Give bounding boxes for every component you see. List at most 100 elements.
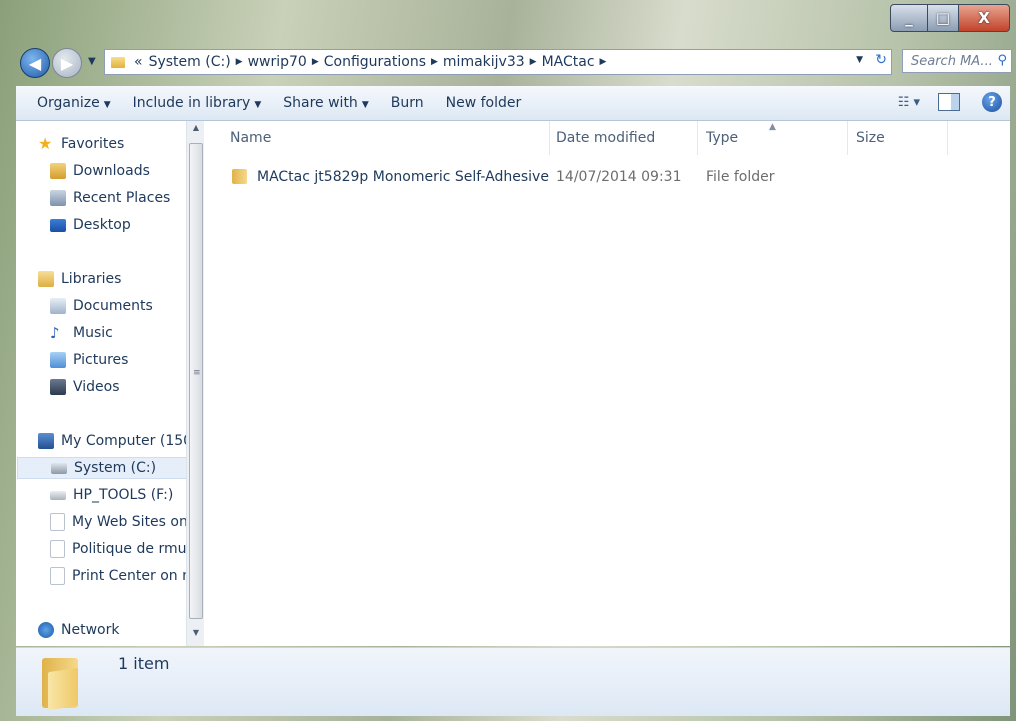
sidebar-item-libraries[interactable]: Libraries	[38, 268, 204, 290]
sort-arrow-icon: ▲	[769, 122, 776, 132]
pictures-icon	[50, 352, 66, 368]
sidebar-item-label: Network	[61, 622, 120, 638]
sidebar-item-label: Recent Places	[73, 190, 171, 206]
breadcrumb-arrow-icon[interactable]: ▶	[236, 57, 243, 67]
sidebar-item-label: Favorites	[61, 136, 125, 152]
help-icon[interactable]: ?	[982, 92, 1002, 112]
chevron-down-icon: ▼	[103, 100, 111, 110]
breadcrumb-system-c[interactable]: System (C:)	[149, 54, 231, 70]
search-icon[interactable]: ⚲	[997, 53, 1007, 68]
share-with-button[interactable]: Share with ▼	[283, 95, 368, 111]
sidebar-item-pictures[interactable]: Pictures	[50, 349, 204, 371]
sidebar-item-label: Videos	[73, 379, 120, 395]
folder-icon	[232, 169, 247, 184]
videos-icon	[50, 379, 66, 395]
sidebar-item-my-computer[interactable]: My Computer (150	[38, 430, 204, 452]
nav-scrollbar[interactable]: ▲ ≡ ▼	[186, 121, 205, 646]
organize-button[interactable]: Organize ▼	[37, 95, 111, 111]
column-header-size[interactable]: Size	[848, 121, 948, 155]
sidebar-item-favorites[interactable]: ★ Favorites	[38, 133, 204, 155]
scroll-thumb[interactable]: ≡	[189, 143, 203, 619]
sidebar-item-recent-places[interactable]: Recent Places	[50, 187, 204, 209]
change-view-icon[interactable]: ☷ ▾	[898, 95, 920, 110]
scroll-up-icon[interactable]: ▲	[187, 123, 205, 139]
sidebar-item-print-center[interactable]: Print Center on n	[50, 565, 204, 587]
window-controls: _ □ X	[890, 4, 1010, 32]
share-with-label: Share with	[283, 95, 358, 111]
breadcrumb-arrow-icon[interactable]: ▶	[600, 57, 607, 67]
sidebar-item-documents[interactable]: Documents	[50, 295, 204, 317]
command-bar: Organize ▼ Include in library ▼ Share with…	[16, 86, 1010, 121]
maximize-button[interactable]: □	[927, 4, 959, 32]
minimize-button[interactable]: _	[890, 4, 928, 32]
drive-icon	[51, 462, 67, 474]
view-controls: ☷ ▾ ?	[898, 92, 1002, 112]
new-folder-button[interactable]: New folder	[446, 95, 522, 111]
navigation-pane: ★ Favorites Downloads Recent Places Desk…	[16, 121, 204, 646]
drive-icon	[50, 490, 66, 500]
library-icon	[38, 271, 54, 287]
sidebar-item-label: System (C:)	[74, 460, 157, 476]
file-type: File folder	[706, 169, 775, 185]
sidebar-item-desktop[interactable]: Desktop	[50, 214, 204, 236]
burn-button[interactable]: Burn	[391, 95, 424, 111]
computer-icon	[38, 433, 54, 449]
address-dropdown-icon[interactable]: ▼	[856, 55, 863, 65]
explorer-window: _ □ X ◀ ▶ ▼ « System (C:) ▶ wwrip70 ▶ Co…	[0, 0, 1016, 721]
sidebar-item-politique[interactable]: Politique de rmu	[50, 538, 204, 560]
sidebar-item-label: My Computer (150	[61, 433, 193, 449]
chevron-down-icon: ▼	[254, 100, 262, 110]
include-in-library-button[interactable]: Include in library ▼	[133, 95, 262, 111]
downloads-folder-icon	[50, 163, 66, 179]
forward-button[interactable]: ▶	[52, 48, 82, 78]
close-button[interactable]: X	[958, 4, 1010, 32]
breadcrumb-configurations[interactable]: Configurations	[324, 54, 426, 70]
sidebar-item-system-c[interactable]: System (C:)	[17, 457, 187, 479]
title-bar: _ □ X	[0, 0, 1016, 42]
sidebar-item-label: Print Center on n	[72, 568, 191, 584]
sidebar-item-downloads[interactable]: Downloads	[50, 160, 204, 182]
preview-pane-icon[interactable]	[938, 93, 960, 111]
chevron-down-icon: ▼	[361, 100, 369, 110]
include-in-library-label: Include in library	[132, 95, 251, 111]
folder-icon	[111, 56, 125, 68]
breadcrumb-arrow-icon[interactable]: ▶	[530, 57, 537, 67]
file-date: 14/07/2014 09:31	[556, 169, 682, 185]
address-overflow[interactable]: «	[134, 54, 143, 70]
sidebar-item-label: Pictures	[73, 352, 129, 368]
breadcrumb-mactac[interactable]: MACtac	[542, 54, 595, 70]
sidebar-item-music[interactable]: ♪ Music	[50, 322, 204, 344]
search-input[interactable]: Search MA... ⚲	[902, 49, 1012, 73]
sidebar-item-label: My Web Sites on	[72, 514, 188, 530]
file-icon	[50, 540, 65, 558]
back-button[interactable]: ◀	[20, 48, 50, 78]
breadcrumb-mimakijv33[interactable]: mimakijv33	[443, 54, 525, 70]
sidebar-item-label: Libraries	[61, 271, 122, 287]
details-pane: 1 item	[16, 647, 1010, 716]
breadcrumb-wwrip70[interactable]: wwrip70	[248, 54, 307, 70]
music-icon: ♪	[50, 324, 60, 342]
breadcrumb-arrow-icon[interactable]: ▶	[312, 57, 319, 67]
sidebar-item-label: HP_TOOLS (F:)	[73, 487, 174, 503]
column-header-date-modified[interactable]: Date modified	[548, 121, 698, 155]
file-list: Name Date modified Type ▲ Size MACtac jt…	[204, 121, 1010, 646]
search-placeholder: Search MA...	[911, 53, 993, 69]
address-row: ◀ ▶ ▼ « System (C:) ▶ wwrip70 ▶ Configur…	[0, 44, 1016, 78]
sidebar-item-hp-tools[interactable]: HP_TOOLS (F:)	[50, 484, 204, 506]
column-header-name[interactable]: Name	[222, 121, 550, 155]
address-bar[interactable]: « System (C:) ▶ wwrip70 ▶ Configurations…	[104, 49, 892, 75]
network-icon	[38, 622, 54, 638]
refresh-icon[interactable]: ↻	[875, 52, 887, 68]
file-icon	[50, 513, 65, 531]
sidebar-item-label: Documents	[73, 298, 153, 314]
organize-label: Organize	[37, 95, 100, 111]
file-name: MACtac jt5829p Monomeric Self-Adhesive	[257, 169, 549, 185]
desktop-icon	[50, 218, 66, 232]
recent-pages-dropdown-icon[interactable]: ▼	[88, 56, 96, 67]
folder-icon	[42, 656, 78, 711]
scroll-down-icon[interactable]: ▼	[187, 628, 205, 644]
breadcrumb-arrow-icon[interactable]: ▶	[431, 57, 438, 67]
sidebar-item-videos[interactable]: Videos	[50, 376, 204, 398]
sidebar-item-my-web-sites[interactable]: My Web Sites on	[50, 511, 204, 533]
sidebar-item-network[interactable]: Network	[38, 619, 204, 641]
